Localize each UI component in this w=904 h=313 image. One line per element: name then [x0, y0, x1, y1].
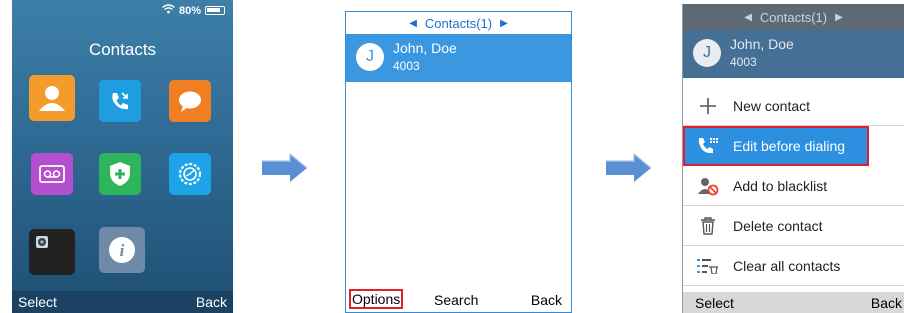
header-title: Contacts(1) — [424, 15, 493, 31]
flow-arrow-icon — [606, 152, 652, 183]
avatar: J — [693, 39, 721, 67]
contacts-header: ◀ Contacts(1) ▶ — [346, 12, 571, 34]
battery-percent: 80% — [178, 4, 201, 17]
call-history-icon[interactable] — [99, 80, 141, 122]
softkey-back[interactable]: Back — [196, 294, 227, 310]
menu-item-clear-all-contacts[interactable]: Clear all contacts — [683, 246, 904, 286]
softkey-options[interactable]: Options — [348, 289, 404, 309]
menu-item-label: Clear all contacts — [733, 257, 841, 274]
contacts-header: ◀ Contacts(1) ▶ — [683, 4, 904, 30]
header-title: Contacts(1) — [759, 9, 828, 25]
contacts-list-screen: ◀ Contacts(1) ▶ J John, Doe 4003 Options… — [345, 11, 572, 313]
menu-item-add-to-blacklist[interactable]: Add to blacklist — [683, 166, 904, 206]
options-menu-screen: ◀ Contacts(1) ▶ J John, Doe 4003 New con… — [682, 4, 904, 313]
softkey-back[interactable]: Back — [871, 295, 902, 311]
softkey-select[interactable]: Select — [695, 295, 734, 311]
plus-icon — [696, 96, 720, 116]
blacklist-icon — [696, 176, 720, 196]
contact-name: John, Doe — [393, 40, 457, 56]
page-title: Contacts — [88, 40, 157, 59]
home-screen: 80% Contacts i Select Back — [12, 0, 233, 313]
svg-text:i: i — [120, 241, 125, 260]
softkey-bar: Select Back — [12, 291, 233, 313]
menu-item-label: Add to blacklist — [733, 177, 828, 194]
clear-list-icon — [696, 256, 720, 276]
softkey-bar: Select Back — [683, 292, 904, 313]
shield-plus-icon[interactable] — [99, 153, 141, 195]
menu-item-edit-before-dialing[interactable]: Edit before dialing — [683, 126, 869, 166]
next-page-icon[interactable]: ▶ — [500, 18, 508, 29]
flow-arrow-icon — [262, 152, 308, 183]
contacts-app-icon[interactable] — [29, 75, 75, 121]
menu-item-new-contact[interactable]: New contact — [683, 86, 904, 126]
contact-name: John, Doe — [730, 36, 794, 52]
menu-item-delete-contact[interactable]: Delete contact — [683, 206, 904, 246]
prev-page-icon[interactable]: ◀ — [744, 12, 752, 23]
next-page-icon[interactable]: ▶ — [835, 12, 843, 23]
menu-item-label: Edit before dialing — [733, 137, 846, 154]
camera-app-icon[interactable] — [29, 229, 75, 275]
settings-icon[interactable] — [169, 153, 211, 195]
trash-icon — [696, 216, 720, 236]
softkey-select[interactable]: Select — [18, 294, 57, 310]
list-item[interactable]: J John, Doe 4003 — [683, 30, 904, 78]
edit-dial-icon — [696, 136, 720, 156]
avatar: J — [356, 43, 384, 71]
softkey-bar: Options Search Back — [346, 288, 571, 312]
contact-number: 4003 — [730, 55, 757, 69]
menu-item-label: Delete contact — [733, 217, 823, 234]
prev-page-icon[interactable]: ◀ — [409, 18, 417, 29]
messages-icon[interactable] — [169, 80, 211, 122]
softkey-back[interactable]: Back — [531, 292, 562, 308]
battery-icon — [205, 6, 225, 15]
status-bar: 80% — [162, 4, 225, 17]
info-icon[interactable]: i — [99, 227, 145, 273]
list-item[interactable]: J John, Doe 4003 — [346, 34, 571, 82]
menu-item-label: New contact — [733, 97, 811, 114]
voicemail-icon[interactable] — [31, 153, 73, 195]
softkey-search[interactable]: Search — [434, 292, 478, 308]
contact-number: 4003 — [393, 59, 420, 73]
wifi-icon — [162, 4, 175, 17]
